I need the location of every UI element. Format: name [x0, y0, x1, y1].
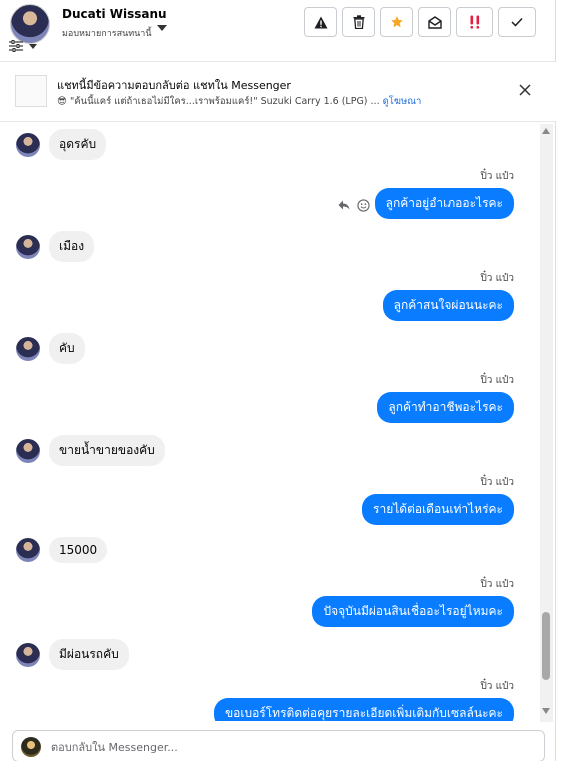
ad-caption: "ค้นนี้แคร์ แต่ถ้าเธอไม่มีใคร...เราพร้อม… — [69, 96, 380, 107]
sender-name: ปิ๋ว แป๋ว — [480, 477, 514, 488]
contact-avatar-small[interactable] — [16, 438, 40, 463]
sender-name: ปิ๋ว แป๋ว — [480, 579, 514, 590]
sender-name: ปิ๋ว แป๋ว — [480, 273, 514, 284]
assign-chevron-down-icon[interactable] — [157, 25, 167, 31]
close-icon[interactable] — [517, 82, 533, 98]
contact-avatar[interactable] — [10, 4, 50, 44]
scrollbar-thumb[interactable] — [542, 612, 550, 680]
incoming-bubble[interactable]: มีผ่อนรถคับ — [49, 639, 129, 670]
messenger-context-banner: แชทนี้มีข้อความตอบกลับต่อ แชทใน Messenge… — [0, 62, 556, 122]
incoming-message: คับ — [16, 333, 85, 364]
incoming-message: ขายน้ำขายของคับ — [16, 435, 165, 466]
outgoing-bubble[interactable]: ลูกค้าอยู่อำเภออะไรคะ — [374, 188, 514, 219]
incoming-bubble[interactable]: 15000 — [49, 537, 108, 563]
incoming-message: 15000 — [16, 537, 108, 563]
outgoing-bubble[interactable]: ลูกค้าทำอาชีพอะไรคะ — [377, 392, 514, 423]
mark-done-button[interactable] — [498, 7, 536, 37]
contact-name[interactable]: Ducati Wissanu — [62, 7, 167, 21]
star-icon — [390, 16, 403, 28]
warning-icon — [314, 16, 327, 28]
mark-unread-button[interactable] — [418, 7, 451, 37]
emoji-reaction-icon[interactable] — [357, 199, 370, 212]
sender-name: ปิ๋ว แป๋ว — [480, 681, 514, 692]
contact-avatar-small[interactable] — [16, 336, 40, 361]
contact-avatar-small[interactable] — [16, 642, 40, 667]
contact-avatar-small[interactable] — [16, 234, 40, 259]
outgoing-bubble[interactable]: ปัจจุบันมีผ่อนสินเชื่ออะไรอยู่ไหมคะ — [312, 596, 514, 627]
incoming-bubble[interactable]: ขายน้ำขายของคับ — [49, 435, 165, 466]
report-spam-button[interactable] — [304, 7, 337, 37]
star-button[interactable] — [380, 7, 413, 37]
conversation-header: Ducati Wissanu มอบหมายการสนทนานี้ — [0, 0, 556, 62]
reply-input[interactable] — [51, 737, 531, 757]
incoming-message: มีผ่อนรถคับ — [16, 639, 129, 670]
envelope-open-icon — [427, 15, 442, 29]
incoming-bubble[interactable]: คับ — [49, 333, 85, 364]
contact-avatar-small[interactable] — [16, 538, 40, 562]
sliders-icon[interactable] — [9, 40, 23, 52]
view-ad-link[interactable]: ดูโฆษณา — [383, 96, 422, 107]
banner-title: แชทนี้มีข้อความตอบกลับต่อ แชทใน Messenge… — [57, 79, 291, 92]
contact-avatar-small[interactable] — [16, 132, 40, 157]
scroll-down-arrow-icon[interactable] — [542, 708, 550, 714]
incoming-message: อุดรคับ — [16, 129, 107, 160]
scroll-up-arrow-icon[interactable] — [542, 128, 550, 134]
incoming-bubble[interactable]: อุดรคับ — [49, 129, 107, 160]
reply-icon[interactable] — [338, 200, 350, 210]
incoming-message: เมือง — [16, 231, 95, 262]
delete-button[interactable] — [342, 7, 375, 37]
filter-chevron-down-icon[interactable] — [29, 44, 37, 49]
exclamation-icon — [470, 15, 479, 29]
banner-subtitle: 😎 "ค้นนี้แคร์ แต่ถ้าเธอไม่มีใคร...เราพร้… — [57, 94, 421, 109]
assign-conversation-label[interactable]: มอบหมายการสนทนานี้ — [62, 26, 152, 40]
outgoing-bubble[interactable]: รายได้ต่อเดือนเท่าไหร่คะ — [362, 494, 514, 525]
message-thread[interactable]: อุดรคับ ปิ๋ว แป๋ว ลูกค้าอยู่อำเภออะไรคะ … — [0, 123, 540, 721]
conversation-actions — [304, 7, 536, 37]
check-icon — [511, 17, 523, 27]
outgoing-bubble[interactable]: ลูกค้าสนใจผ่อนนะคะ — [382, 290, 514, 321]
trash-icon — [353, 15, 364, 29]
incoming-bubble[interactable]: เมือง — [49, 231, 95, 262]
outgoing-bubble[interactable]: ขอเบอร์โทรติดต่อคุยรายละเอียดเพิ่มเติมกั… — [213, 698, 514, 721]
ad-thumbnail[interactable] — [15, 75, 47, 107]
sunglasses-emoji-icon: 😎 — [57, 96, 67, 107]
sender-name: ปิ๋ว แป๋ว — [480, 171, 514, 182]
sender-name: ปิ๋ว แป๋ว — [480, 375, 514, 386]
flag-button[interactable] — [456, 7, 493, 37]
page-avatar — [21, 737, 41, 757]
reply-composer[interactable] — [12, 730, 545, 761]
